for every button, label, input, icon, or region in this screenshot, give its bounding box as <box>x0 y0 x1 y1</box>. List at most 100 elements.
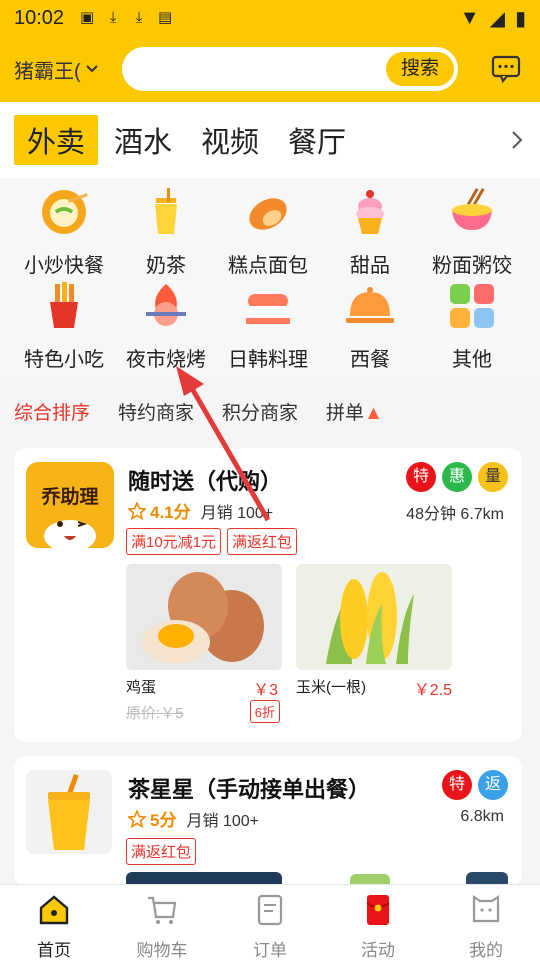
grid-icon <box>450 284 494 328</box>
status-bar: 10:02 ▣ ⤓ ⤓ ▤ ▼ ◢ ▮ <box>0 0 540 36</box>
category-label: 甜品 <box>350 255 390 277</box>
bbq-icon <box>146 284 186 326</box>
product-original-price: 原价:￥5 <box>126 705 184 722</box>
category-grid: 小炒快餐 奶茶 糕点面包 甜品 粉面粥饺 特色小吃 夜市烧烤 日韩料理 西餐 其… <box>0 178 540 378</box>
image-icon: ▣ <box>79 9 95 26</box>
corn-image <box>296 564 452 670</box>
location-label: 猪霸王( <box>14 60 81 83</box>
category-gaodian[interactable]: 糕点面包 <box>214 186 322 278</box>
bottom-navigation: 首页 购物车 订单 活动 我的 <box>0 884 540 960</box>
shop-logo: 乔助理 <box>26 462 114 548</box>
shop-badges: 特 返 <box>442 770 508 800</box>
sushi-icon <box>246 294 290 324</box>
shop-sales: 月销 100+ <box>186 812 259 830</box>
shop-score: 4.1分 <box>150 503 191 522</box>
category-qita[interactable]: 其他 <box>418 280 526 372</box>
signal-icon: ◢ <box>489 7 505 30</box>
category-label: 糕点面包 <box>228 255 308 277</box>
shop-sales: 月销 100+ <box>200 504 274 522</box>
category-label: 粉面粥饺 <box>432 255 512 277</box>
promo-tag: 满返红包 <box>227 528 298 555</box>
category-label: 其他 <box>452 349 492 371</box>
status-notification-icons: ▣ ⤓ ⤓ ▤ <box>78 9 174 27</box>
profile-icon <box>472 894 500 923</box>
badge-te: 特 <box>442 770 472 800</box>
badge-fan: 返 <box>478 770 508 800</box>
category-tese[interactable]: 特色小吃 <box>10 280 118 372</box>
sort-bar: 综合排序 特约商家 积分商家 拼单▲ <box>0 386 540 436</box>
search-input[interactable] <box>122 47 372 91</box>
category-tianpin[interactable]: 甜品 <box>316 186 424 278</box>
shop-rating: 5分 月销 100+ <box>128 806 259 831</box>
shop-card[interactable]: 乔助理 随时送（代购） 4.1分 月销 100+ 特 惠 量 48分钟 6.7k… <box>14 448 522 742</box>
category-fenmian[interactable]: 粉面粥饺 <box>418 186 526 278</box>
category-label: 夜市烧烤 <box>126 349 206 371</box>
category-naicha[interactable]: 奶茶 <box>112 186 220 278</box>
milk-tea-icon <box>155 188 177 234</box>
category-xican[interactable]: 西餐 <box>316 280 424 372</box>
star-icon <box>128 501 146 520</box>
nav-orders[interactable]: 订单 <box>216 885 324 960</box>
red-envelope-icon <box>366 895 390 925</box>
message-icon <box>491 55 521 83</box>
nav-label: 我的 <box>469 941 503 960</box>
chevron-right-icon[interactable] <box>510 129 524 151</box>
nav-home[interactable]: 首页 <box>0 885 108 960</box>
category-label: 西餐 <box>350 349 390 371</box>
corn-illustration <box>326 572 414 664</box>
nav-profile[interactable]: 我的 <box>432 885 540 960</box>
shop-rating: 4.1分 月销 100+ <box>128 498 273 523</box>
badge-hui: 惠 <box>442 462 472 492</box>
tab-shipin[interactable]: 视频 <box>188 115 272 165</box>
cart-icon <box>148 896 177 924</box>
shop-badges: 特 惠 量 <box>406 462 508 492</box>
promo-tag: 满10元减1元 <box>126 528 222 555</box>
category-tabs: 外卖 酒水 视频 餐厅 <box>0 102 540 178</box>
product-item[interactable]: 玉米(一根) ￥2.5 <box>296 564 452 699</box>
status-system-icons: ▼ ◢ ▮ <box>460 6 526 31</box>
chevron-down-icon <box>85 65 98 73</box>
home-icon <box>39 895 69 925</box>
text-icon: ▤ <box>157 9 173 26</box>
category-label: 小炒快餐 <box>24 255 104 277</box>
promo-tag: 满返红包 <box>126 838 197 865</box>
sort-teyue[interactable]: 特约商家 <box>118 398 194 425</box>
dog-face-icon <box>44 520 96 548</box>
category-label: 特色小吃 <box>24 349 104 371</box>
download-icon: ⤓ <box>109 9 117 26</box>
sort-jifen[interactable]: 积分商家 <box>222 398 298 425</box>
stir-fry-icon <box>42 190 88 234</box>
product-name: 鸡蛋 <box>126 679 157 696</box>
search-button[interactable]: 搜索 <box>386 52 454 86</box>
star-icon <box>128 809 146 828</box>
bread-icon <box>249 198 287 230</box>
download-icon: ⤓ <box>135 9 143 26</box>
top-header: 猪霸王( 搜索 <box>0 36 540 102</box>
sort-pindan-label: 拼单 <box>326 402 365 424</box>
fire-icon: ▲ <box>364 402 383 424</box>
egg-illustration <box>142 572 264 664</box>
category-yeshi[interactable]: 夜市烧烤 <box>112 280 220 372</box>
shop-time-distance: 48分钟 6.7km <box>406 506 504 523</box>
sort-zonghe[interactable]: 综合排序 <box>14 398 90 425</box>
nav-cart[interactable]: 购物车 <box>108 885 216 960</box>
status-time: 10:02 <box>14 6 65 29</box>
shop-distance: 6.8km <box>460 808 504 825</box>
order-icon <box>257 894 283 926</box>
shop-card[interactable]: 茶星星（手动接单出餐） 5分 月销 100+ 特 返 6.8km 满返红包 <box>14 756 522 886</box>
tab-jiushui[interactable]: 酒水 <box>101 115 185 165</box>
category-xiaochao[interactable]: 小炒快餐 <box>10 186 118 278</box>
nav-label: 首页 <box>37 941 71 960</box>
location-selector[interactable]: 猪霸王( <box>14 55 122 84</box>
product-price: ￥3 <box>253 682 278 699</box>
snack-icon <box>50 282 78 328</box>
tab-canting[interactable]: 餐厅 <box>275 115 359 165</box>
shop-name: 随时送（代购） <box>128 469 283 494</box>
category-rihan[interactable]: 日韩料理 <box>214 280 322 372</box>
battery-icon: ▮ <box>514 7 526 30</box>
product-item[interactable]: 鸡蛋 ￥3 原价:￥5 6折 <box>126 564 282 723</box>
message-button[interactable] <box>486 49 526 89</box>
sort-pindan[interactable]: 拼单▲ <box>326 398 383 425</box>
nav-activity[interactable]: 活动 <box>324 885 432 960</box>
tab-waimai[interactable]: 外卖 <box>14 115 99 165</box>
